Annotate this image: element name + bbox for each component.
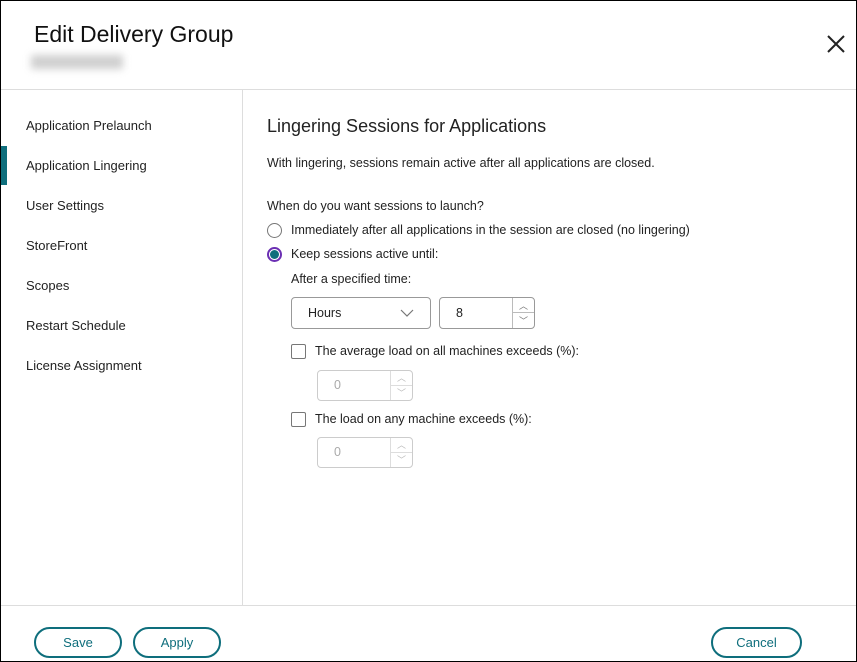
apply-button[interactable]: Apply [133, 627, 221, 658]
increment-icon[interactable]: ︿ [513, 298, 534, 313]
time-unit-value: Hours [308, 306, 342, 320]
sidebar-item-restart-schedule[interactable]: Restart Schedule [26, 318, 126, 333]
radio-keep-active-label[interactable]: Keep sessions active until: [291, 247, 438, 261]
footer-divider [1, 605, 856, 606]
radio-immediate[interactable] [267, 223, 282, 238]
sidebar-divider [242, 89, 243, 605]
avg-load-stepper[interactable]: 0 ︿ ﹀ [317, 370, 413, 401]
sidebar-item-license-assignment[interactable]: License Assignment [26, 358, 142, 373]
cancel-button[interactable]: Cancel [711, 627, 802, 658]
sidebar-item-user-settings[interactable]: User Settings [26, 198, 104, 213]
avg-load-value: 0 [334, 378, 341, 392]
active-indicator [1, 146, 7, 185]
any-load-stepper[interactable]: 0 ︿ ﹀ [317, 437, 413, 468]
time-value: 8 [456, 306, 463, 320]
chevron-down-icon [400, 309, 414, 317]
radio-immediate-label[interactable]: Immediately after all applications in th… [291, 223, 690, 237]
any-load-value: 0 [334, 445, 341, 459]
blurred-subtitle [31, 55, 123, 69]
time-value-stepper[interactable]: 8 ︿ ﹀ [439, 297, 535, 329]
dialog-window: Edit Delivery Group Application Prelaunc… [0, 0, 857, 662]
after-time-label: After a specified time: [291, 272, 412, 286]
avg-load-label[interactable]: The average load on all machines exceeds… [315, 344, 579, 358]
header-divider [1, 89, 856, 90]
any-load-label[interactable]: The load on any machine exceeds (%): [315, 412, 532, 426]
decrement-icon[interactable]: ﹀ [391, 386, 412, 401]
increment-icon[interactable]: ︿ [391, 371, 412, 386]
sidebar-item-scopes[interactable]: Scopes [26, 278, 69, 293]
increment-icon[interactable]: ︿ [391, 438, 412, 453]
description: With lingering, sessions remain active a… [267, 156, 655, 170]
sidebar-item-storefront[interactable]: StoreFront [26, 238, 87, 253]
any-load-checkbox[interactable] [291, 412, 306, 427]
decrement-icon[interactable]: ﹀ [513, 313, 534, 328]
question-label: When do you want sessions to launch? [267, 199, 484, 213]
save-button[interactable]: Save [34, 627, 122, 658]
sidebar-item-application-lingering[interactable]: Application Lingering [26, 158, 147, 173]
decrement-icon[interactable]: ﹀ [391, 453, 412, 468]
close-icon[interactable] [823, 31, 849, 57]
dialog-title: Edit Delivery Group [34, 21, 234, 47]
radio-keep-active[interactable] [267, 247, 282, 262]
time-unit-select[interactable]: Hours [291, 297, 431, 329]
section-heading: Lingering Sessions for Applications [267, 116, 547, 136]
sidebar-item-application-prelaunch[interactable]: Application Prelaunch [26, 118, 152, 133]
avg-load-checkbox[interactable] [291, 344, 306, 359]
